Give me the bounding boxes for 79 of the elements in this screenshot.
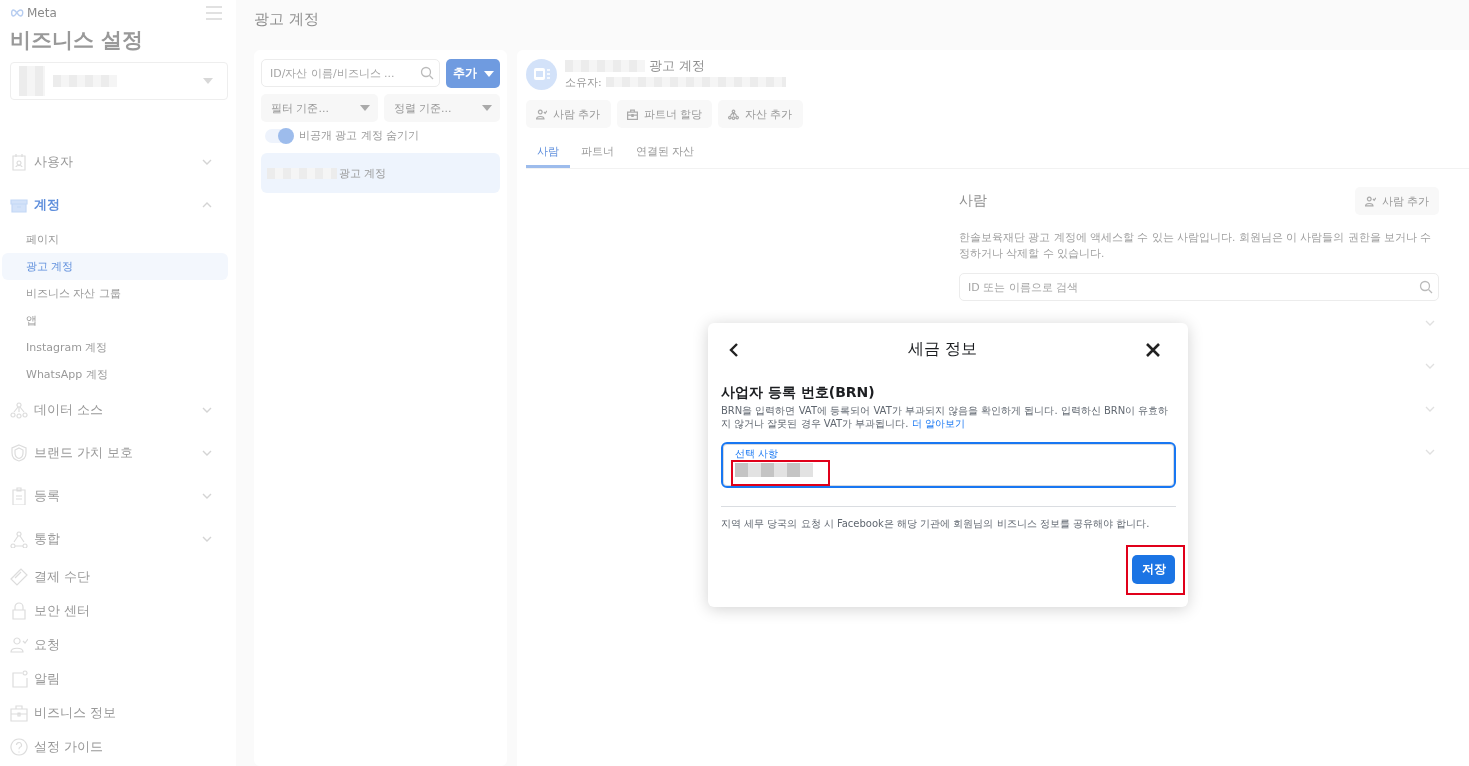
dialog-note: 지역 세무 당국의 요청 시 Facebook은 해당 기관에 회원님의 비즈니스 정보를 공유해야 합니다. xyxy=(721,517,1151,531)
action-button[interactable]: 자산 추가 xyxy=(718,100,803,128)
nav-item[interactable]: 비즈니스 정보 xyxy=(10,696,228,730)
logo-text: Meta xyxy=(27,6,57,20)
field-heading: 사업자 등록 번호(BRN) xyxy=(721,384,876,402)
nav-subitem[interactable]: 페이지 xyxy=(2,226,228,253)
brn-input-field[interactable]: 선택 사항 xyxy=(721,442,1176,488)
back-icon[interactable] xyxy=(729,341,739,358)
account-title: 광고 계정 xyxy=(649,57,706,75)
nav-subitem[interactable]: Instagram 계정 xyxy=(2,334,228,361)
add-person-button[interactable]: 사람 추가 xyxy=(1354,187,1439,215)
action-button[interactable]: 파트너 할당 xyxy=(616,100,712,128)
dialog-title: 세금 정보 xyxy=(907,339,978,360)
nav-item[interactable]: 등록 xyxy=(10,474,228,517)
save-button[interactable]: 저장 xyxy=(1132,555,1175,584)
nodes-icon xyxy=(10,400,28,419)
triangle-icon xyxy=(10,529,28,548)
caret-icon xyxy=(359,105,370,111)
nav-item[interactable]: 설정 가이드 xyxy=(10,730,228,764)
owner-label: 소유자: xyxy=(565,74,602,90)
section-description: 한솔보육재단 광고 계정에 액세스할 수 있는 사람입니다. 회원님은 이 사람들의 권한을 보거나 수정하거나 삭제할 수 있습니다. xyxy=(959,230,1433,261)
nav-item[interactable]: 브랜드 가치 보호 xyxy=(10,431,228,474)
nav-subitem[interactable]: 비즈니스 자산 그룹 xyxy=(2,280,228,307)
menu-icon[interactable] xyxy=(206,6,222,20)
search-field[interactable]: ID/자산 이름/비즈니스 ... xyxy=(261,59,440,87)
field-description: BRN을 입력하면 VAT에 등록되어 VAT가 부과되지 않음을 확인하게 됩니다. 입력하신 BRN이 유효하지 않거나 잘못된 경우 VAT가 부과됩니다. 더 알아보기 xyxy=(721,404,1170,430)
account-list-item[interactable]: 광고 계정 xyxy=(261,153,500,193)
card-icon xyxy=(10,568,28,586)
close-icon[interactable] xyxy=(1146,342,1160,357)
infinity-logo-icon xyxy=(10,9,24,17)
filter-dropdown[interactable]: 정렬 기준... xyxy=(383,94,500,122)
nav-item[interactable]: 데이터 소스 xyxy=(10,388,228,431)
search-icon xyxy=(420,66,434,80)
page-heading: 비즈니스 설정 xyxy=(10,27,145,54)
caret-icon xyxy=(483,70,494,77)
nav-item[interactable]: 알림 xyxy=(10,662,228,696)
person-icon xyxy=(1364,195,1376,207)
nav-item[interactable]: 결제 수단 xyxy=(10,560,228,594)
account-label: 광고 계정 xyxy=(339,165,387,181)
ad-account-avatar-icon xyxy=(526,58,557,90)
chevron-icon[interactable] xyxy=(1425,319,1435,326)
toggle-label: 비공개 광고 계정 숨기기 xyxy=(299,128,420,143)
tab[interactable]: 파트너 xyxy=(570,140,625,168)
briefcase-icon xyxy=(626,108,638,120)
search-icon xyxy=(1419,280,1433,294)
tab[interactable]: 연결된 자산 xyxy=(625,140,706,168)
id-card-icon xyxy=(10,152,28,171)
page-title: 광고 계정 xyxy=(254,9,320,30)
notification-icon xyxy=(10,670,28,688)
nav-subitem[interactable]: 광고 계정 xyxy=(2,253,228,280)
nav-item[interactable]: 보안 센터 xyxy=(10,594,228,628)
chevron-icon[interactable] xyxy=(1425,362,1435,369)
caret-icon xyxy=(482,105,492,111)
business-selector[interactable] xyxy=(10,62,228,100)
search-field[interactable]: ID 또는 이름으로 검색 xyxy=(959,273,1439,301)
nav-subitem[interactable]: WhatsApp 계정 xyxy=(2,361,228,388)
caret-icon xyxy=(203,78,213,84)
nav-item[interactable]: 요청 xyxy=(10,628,228,662)
shield-icon xyxy=(10,443,28,462)
nav-item[interactable]: 계정 xyxy=(10,183,228,226)
filter-dropdown[interactable]: 필터 기준... xyxy=(261,94,378,122)
action-button[interactable]: 사람 추가 xyxy=(526,100,611,128)
section-heading: 사람 xyxy=(959,192,987,210)
clipboard-icon xyxy=(10,486,28,505)
lock-icon xyxy=(10,602,28,620)
question-icon xyxy=(10,738,28,756)
chevron-icon[interactable] xyxy=(1425,405,1435,412)
chevron-icon[interactable] xyxy=(1425,448,1435,455)
person-check-icon xyxy=(10,636,28,654)
learn-more-link[interactable]: 더 알아보기 xyxy=(911,418,965,429)
nodes-icon xyxy=(728,108,739,120)
briefcase-icon xyxy=(10,704,28,722)
toggle-switch[interactable] xyxy=(265,128,293,143)
add-button[interactable]: 추가 xyxy=(446,59,500,88)
person-icon xyxy=(536,108,547,120)
nav-item[interactable]: 통합 xyxy=(10,517,228,560)
nav-item[interactable]: 사용자 xyxy=(10,140,228,183)
tab[interactable]: 사람 xyxy=(526,140,570,168)
nav-subitem[interactable]: 앱 xyxy=(2,307,228,334)
